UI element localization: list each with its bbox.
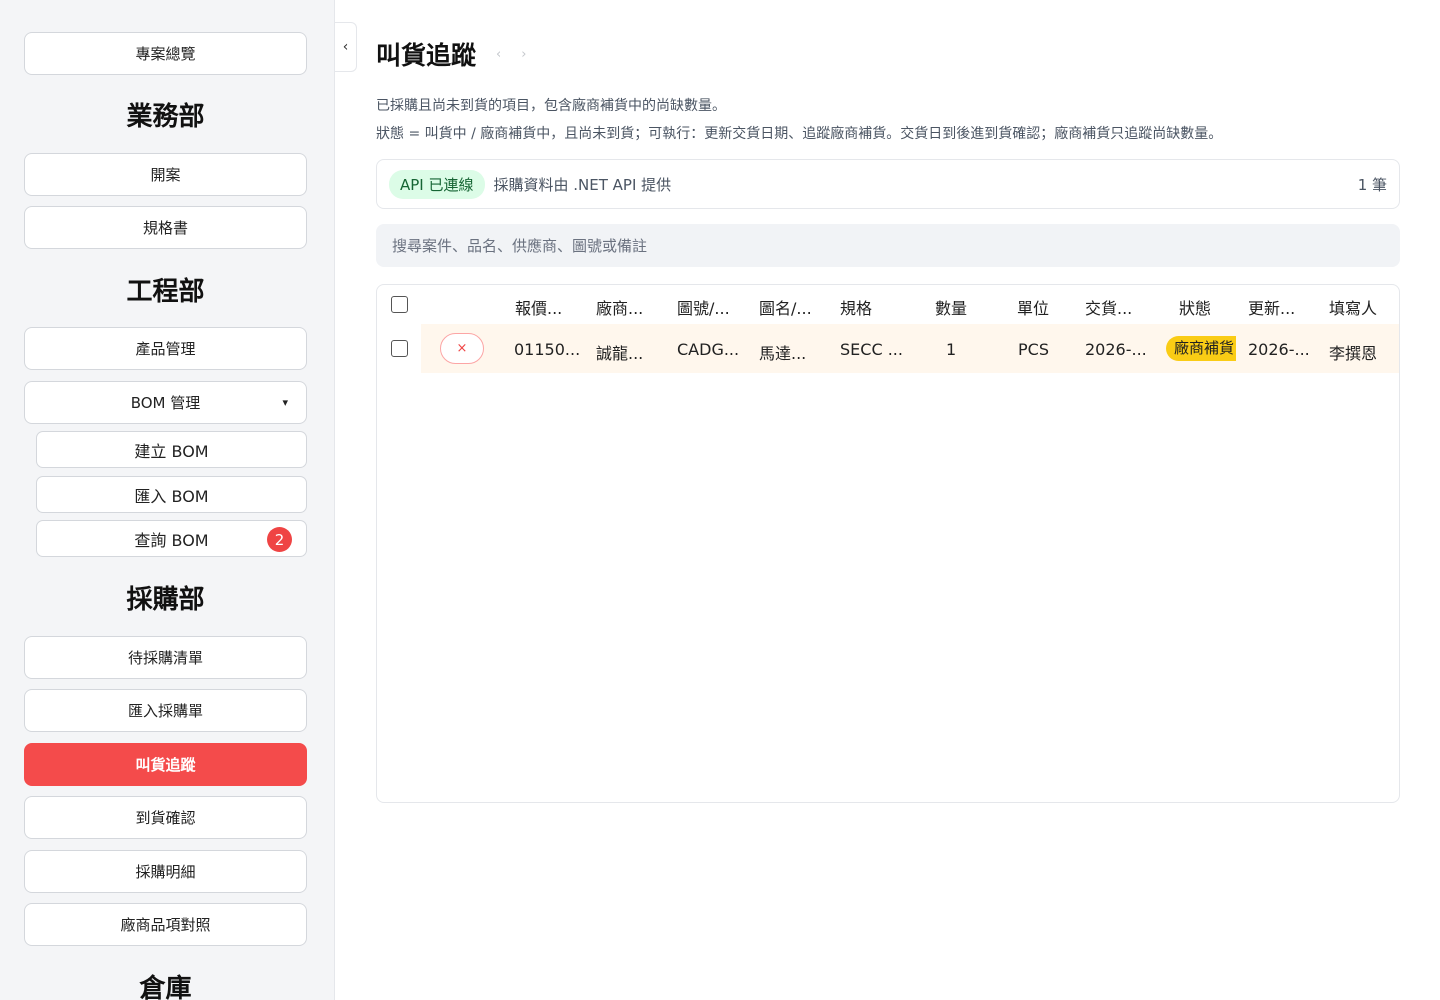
cell-updated: 2026-... — [1248, 340, 1310, 359]
record-count: 1 筆 — [1357, 175, 1387, 194]
close-icon: × — [456, 341, 468, 356]
nav-import-bom[interactable]: 匯入 BOM — [36, 476, 307, 513]
col-header-spec[interactable]: 規格 — [840, 295, 872, 319]
cell-vendor: 誠龍... — [596, 344, 644, 363]
cell-qty: 1 — [946, 340, 957, 359]
page-title: 叫貨追蹤 — [376, 41, 477, 70]
col-header-quote[interactable]: 報價... — [515, 295, 562, 319]
col-header-drawing-no[interactable]: 圖號/... — [677, 295, 730, 319]
col-header-unit[interactable]: 單位 — [1017, 295, 1049, 319]
col-header-status[interactable]: 狀態 — [1179, 295, 1211, 319]
page-description: 已採購且尚未到貨的項目，包含廠商補貨中的尚缺數量。 — [376, 98, 726, 114]
status-badge: 廠商補貨 — [1166, 336, 1236, 361]
col-header-vendor[interactable]: 廠商... — [596, 295, 643, 319]
col-header-filler[interactable]: 填寫人 — [1329, 295, 1377, 319]
dept-heading-engineering: 工程部 — [126, 277, 205, 307]
dept-heading-warehouse: 倉庫 — [139, 974, 192, 1000]
notification-badge: 2 — [267, 527, 292, 552]
nav-order-tracking[interactable]: 叫貨追蹤 — [24, 743, 307, 786]
cell-unit: PCS — [1018, 340, 1049, 359]
nav-bom-management[interactable]: BOM 管理 ▾ — [24, 381, 307, 424]
nav-open-case[interactable]: 開案 — [24, 153, 307, 196]
sidebar: 專案總覽 業務部 開案 規格書 工程部 產品管理 BOM 管理 ▾ 建立 BOM… — [0, 0, 335, 1000]
nav-vendor-items[interactable]: 廠商品項對照 — [24, 903, 307, 946]
api-status-bar: API 已連線 採購資料由 .NET API 提供 1 筆 — [376, 159, 1400, 209]
chevron-left-icon: ‹ — [342, 39, 349, 55]
nav-product-management[interactable]: 產品管理 — [24, 327, 307, 370]
main-content: 叫貨追蹤 ‹ › 已採購且尚未到貨的項目，包含廠商補貨中的尚缺數量。 狀態 = … — [376, 0, 1400, 1000]
select-all-checkbox[interactable] — [391, 296, 408, 313]
nav-arrival-confirm[interactable]: 到貨確認 — [24, 796, 307, 839]
nav-spec[interactable]: 規格書 — [24, 206, 307, 249]
nav-query-bom-label: 查詢 BOM — [134, 530, 209, 550]
api-status-badge: API 已連線 — [389, 169, 485, 199]
chevron-down-icon: ▾ — [282, 396, 288, 409]
cell-delivery[interactable]: 2026-... — [1085, 340, 1147, 359]
nav-import-po[interactable]: 匯入採購單 — [24, 689, 307, 732]
col-header-qty[interactable]: 數量 — [935, 295, 967, 319]
cell-quote: 01150... — [514, 340, 581, 359]
collapse-sidebar-button[interactable]: ‹ — [335, 22, 357, 72]
cell-drawing-name: 馬達... — [759, 344, 807, 363]
dept-heading-sales: 業務部 — [126, 102, 205, 132]
title-row: 叫貨追蹤 ‹ › — [376, 36, 526, 72]
cell-drawing-no: CADG... — [677, 340, 740, 359]
search-input[interactable] — [376, 224, 1400, 267]
cell-filler: 李撰恩 — [1329, 344, 1378, 363]
next-arrow-icon[interactable]: › — [521, 47, 526, 62]
status-description: 狀態 = 叫貨中 / 廠商補貨中，且尚未到貨；可執行：更新交貨日期、追蹤廠商補貨… — [376, 126, 1223, 142]
delete-row-button[interactable]: × — [440, 333, 484, 364]
col-header-drawing-name[interactable]: 圖名/... — [759, 295, 812, 319]
row-checkbox[interactable] — [391, 340, 408, 357]
nav-create-bom[interactable]: 建立 BOM — [36, 431, 307, 468]
nav-project-overview[interactable]: 專案總覽 — [24, 32, 307, 75]
dept-heading-purchasing: 採購部 — [126, 585, 205, 615]
api-source-text: 採購資料由 .NET API 提供 — [493, 175, 672, 194]
nav-bom-management-label: BOM 管理 — [130, 394, 201, 412]
prev-arrow-icon[interactable]: ‹ — [496, 47, 501, 62]
col-header-updated[interactable]: 更新... — [1248, 295, 1295, 319]
tracking-table: 報價... 廠商... 圖號/... 圖名/... 規格 數量 單位 交貨...… — [376, 284, 1400, 803]
nav-query-bom[interactable]: 查詢 BOM 2 — [36, 520, 307, 557]
nav-pending-purchase[interactable]: 待採購清單 — [24, 636, 307, 679]
cell-spec: SECC ... — [840, 340, 903, 359]
nav-purchase-detail[interactable]: 採購明細 — [24, 850, 307, 893]
col-header-delivery[interactable]: 交貨... — [1085, 295, 1132, 319]
